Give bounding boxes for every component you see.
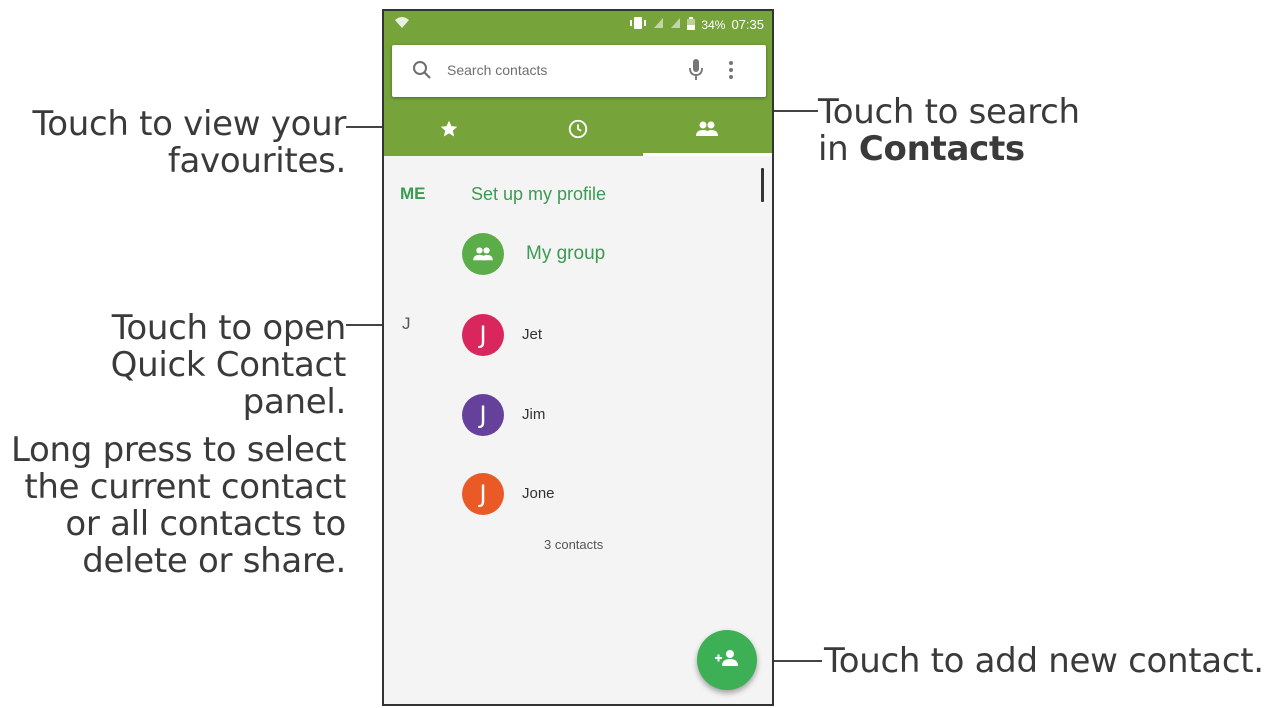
scrollbar[interactable] [761,168,764,202]
contact-name[interactable]: Jet [522,326,542,343]
me-label: ME [400,184,426,203]
mic-icon[interactable] [688,58,704,87]
contact-list: ME Set up my profile My group J J Jet J … [384,156,772,704]
callout-add-contact: Touch to add new contact. [824,641,1264,681]
tab-bar [384,106,772,156]
tab-favourites[interactable] [384,106,513,156]
add-contact-button[interactable] [697,630,757,690]
contact-avatar[interactable]: J [462,314,504,356]
group-name[interactable]: My group [526,243,605,265]
clock-icon [567,118,589,145]
contact-avatar[interactable]: J [462,473,504,515]
star-icon [439,119,459,144]
more-options-icon[interactable] [728,59,734,86]
clock-time: 07:35 [731,17,764,32]
no-sim-icon-1 [653,17,664,32]
section-letter: J [402,314,411,333]
contact-name[interactable]: Jone [522,485,555,502]
contact-avatar[interactable]: J [462,394,504,436]
app-bar: 34% 07:35 Search contacts [384,11,772,156]
tab-contacts[interactable] [642,106,772,156]
status-right: 34% 07:35 [629,16,764,33]
battery-icon [687,16,696,33]
search-icon [412,60,432,85]
contact-count: 3 contacts [544,537,604,552]
setup-profile-link[interactable]: Set up my profile [471,184,606,205]
no-sim-icon-2 [670,17,681,32]
tab-recent[interactable] [513,106,642,156]
wifi-icon [394,15,410,32]
status-bar: 34% 07:35 [384,11,772,37]
group-icon [471,240,495,268]
contact-name[interactable]: Jim [522,406,545,423]
callout-long-press: Long press to select the current contact… [10,430,346,581]
vibrate-icon [629,16,647,33]
callout-favourites: Touch to view your favourites. [32,104,347,181]
search-input[interactable]: Search contacts [447,62,547,78]
phone-screen: 34% 07:35 Search contacts ME Set up my p… [382,9,774,706]
people-icon [694,120,720,143]
battery-level: 34% [701,17,726,32]
group-avatar[interactable] [462,233,504,275]
callout-search: Touch to search in Contacts [818,92,1080,169]
add-person-icon [714,649,740,672]
search-bar[interactable]: Search contacts [392,45,766,97]
callout-quick-contact: Touch to open Quick Contact panel. [110,308,347,422]
